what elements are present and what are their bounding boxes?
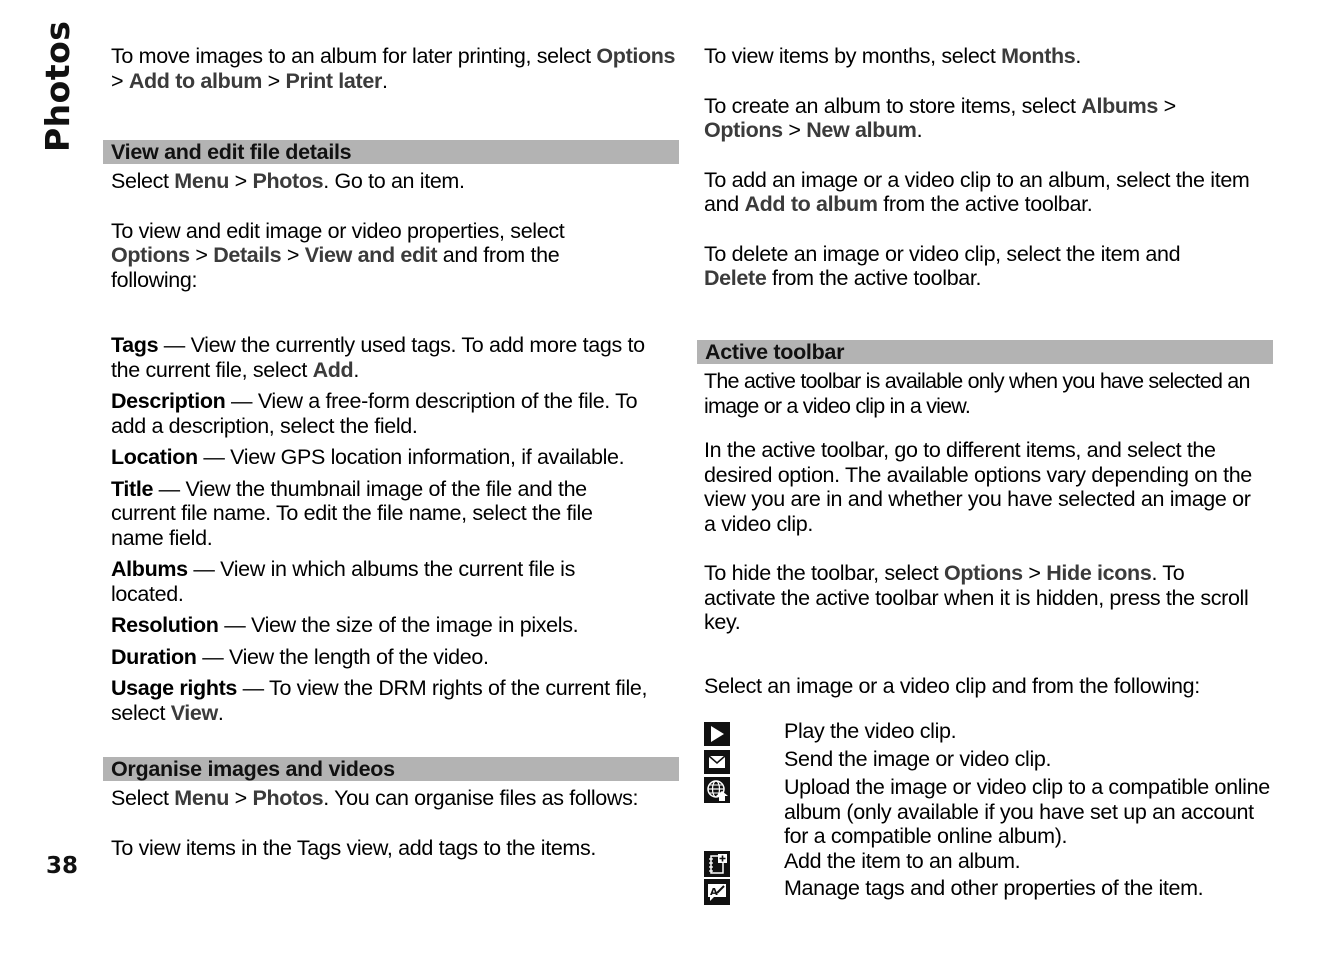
ui-label-new-album: New album [806,118,917,142]
organise-section: Select Menu > Photos. You can organise f… [111,786,681,860]
ui-label-add-to-album: Add to album [128,68,263,93]
ui-label-view-and-edit: View and edit [304,243,438,267]
ui-label-menu: Menu [174,169,230,193]
add-to-album-icon [704,851,730,877]
globe-upload-icon [704,777,730,803]
ui-label-photos: Photos [252,169,324,193]
heading-organise: Organise images and videos [103,757,679,781]
ui-label-options: Options [596,44,676,68]
left-column-details: Select Menu > Photos. Go to an item. To … [111,169,681,292]
toolbar-item: A Manage tags and other properties of th… [704,876,1284,905]
ui-label-details: Details [213,243,282,267]
toolbar-item: Send the image or video clip. [704,747,1284,775]
ui-label-months: Months [1001,44,1076,68]
create-album-paragraph: To create an album to store items, selec… [704,93,1176,143]
property-item: Duration — View the length of the video. [111,644,489,669]
property-item: Tags — View the currently used tags. To … [111,333,645,382]
left-column: To move images to an album for later pri… [111,44,681,93]
property-item: Title — View the thumbnail image of the … [111,476,593,550]
property-item: Resolution — View the size of the image … [111,613,579,637]
property-item: Usage rights — To view the DRM rights of… [111,676,648,725]
months-paragraph: To view items by months, select Months. [704,44,1082,68]
tag-properties-icon: A [704,879,730,905]
play-icon [704,722,730,746]
section-title: Photos [38,20,77,152]
page-number: 38 [46,853,79,879]
ui-label-hide-icons: Hide icons [1046,561,1152,585]
ui-label-options: Options [944,561,1023,585]
toolbar-item: Play the video clip. [704,719,1284,747]
ui-label-options: Options [111,243,190,267]
hide-toolbar-paragraph: To hide the toolbar, select Options > Hi… [704,561,1249,634]
select-following-paragraph: Select an image or a video clip and from… [704,673,1200,698]
ui-label-menu: Menu [174,786,230,810]
ui-label-delete: Delete [704,266,767,290]
toolbar-item: Upload the image or video clip to a comp… [704,775,1284,851]
toolbar-item: Add the item to an album. [704,849,1284,877]
toolbar-availability-paragraph: The active toolbar is available only whe… [704,369,1250,418]
property-list: Tags — View the currently used tags. To … [111,333,676,725]
delete-paragraph: To delete an image or video clip, select… [704,241,1181,291]
property-item: Location — View GPS location information… [111,445,625,469]
ui-label-options: Options [704,118,783,142]
active-toolbar-section: The active toolbar is available only whe… [704,369,1272,698]
ui-label-print-later: Print later [285,68,382,93]
right-column: To view items by months, select Months. … [704,44,1274,291]
property-item: Albums — View in which albums the curren… [111,557,575,606]
heading-view-edit-details: View and edit file details [103,140,679,164]
heading-active-toolbar: Active toolbar [697,340,1273,364]
select-menu-paragraph: Select Menu > Photos. Go to an item. [111,169,465,193]
tags-view-paragraph: To view items in the Tags view, add tags… [111,835,597,860]
ui-label-add-to-album: Add to album [744,192,878,216]
organise-paragraph: Select Menu > Photos. You can organise f… [111,786,639,810]
envelope-icon [704,750,730,774]
ui-label-albums: Albums [1081,93,1159,118]
toolbar-navigation-paragraph: In the active toolbar, go to different i… [704,438,1252,536]
print-later-paragraph: To move images to an album for later pri… [111,44,676,93]
add-to-album-paragraph: To add an image or a video clip to an al… [704,167,1250,217]
ui-label-photos: Photos [252,786,324,810]
property-item: Description — View a free-form descripti… [111,389,638,438]
view-edit-paragraph: To view and edit image or video properti… [111,218,565,292]
